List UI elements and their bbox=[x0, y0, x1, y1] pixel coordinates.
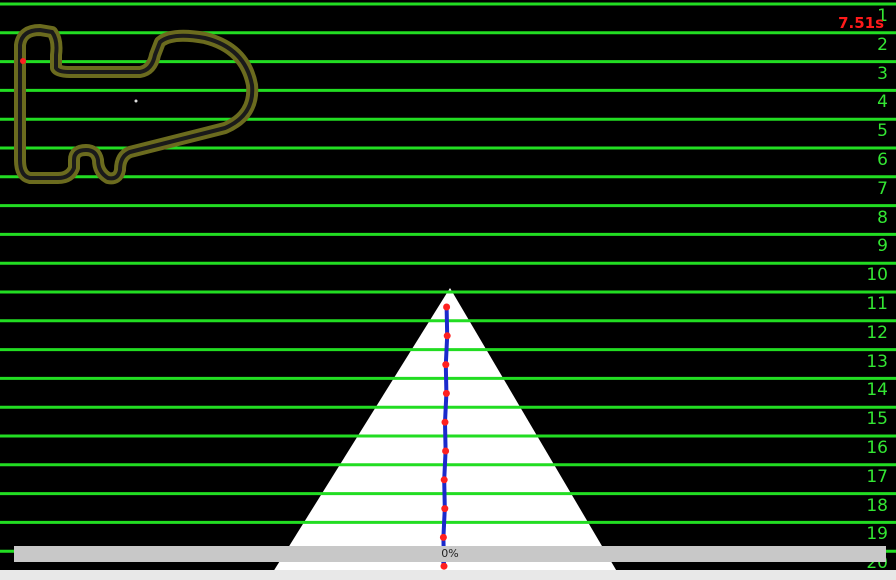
progress-bar: 0% bbox=[14, 546, 886, 562]
row-label: 12 bbox=[866, 322, 888, 343]
row-label: 8 bbox=[877, 207, 888, 228]
row-label: 4 bbox=[877, 92, 888, 113]
row-label: 5 bbox=[877, 121, 888, 142]
row-label: 13 bbox=[866, 351, 888, 372]
car-position-marker bbox=[20, 58, 26, 64]
path-waypoint bbox=[440, 476, 448, 484]
row-label: 18 bbox=[866, 495, 888, 516]
row-label: 2 bbox=[877, 34, 888, 55]
bottom-strip bbox=[0, 570, 896, 580]
row-label: 16 bbox=[866, 438, 888, 458]
path-waypoint bbox=[442, 447, 450, 455]
path-waypoint bbox=[442, 389, 450, 397]
row-label: 15 bbox=[866, 409, 888, 430]
row-label: 14 bbox=[866, 380, 888, 401]
path-waypoint bbox=[443, 332, 451, 340]
path-waypoint bbox=[442, 361, 450, 369]
minimap-dot bbox=[134, 99, 138, 103]
path-waypoint bbox=[441, 505, 449, 513]
row-label: 19 bbox=[866, 524, 888, 545]
path-waypoint bbox=[443, 303, 451, 311]
row-label: 6 bbox=[877, 150, 888, 170]
row-label: 10 bbox=[866, 265, 888, 286]
game-scene bbox=[0, 0, 896, 580]
row-label: 17 bbox=[866, 466, 888, 487]
path-waypoint bbox=[439, 533, 447, 541]
progress-label: 0% bbox=[441, 547, 459, 560]
row-label: 9 bbox=[877, 236, 888, 257]
row-label: 11 bbox=[866, 294, 888, 314]
path-waypoint bbox=[440, 562, 448, 570]
row-label: 3 bbox=[877, 63, 888, 84]
path-waypoint bbox=[441, 418, 449, 426]
lap-timer: 7.51s bbox=[838, 14, 884, 32]
row-label: 7 bbox=[877, 178, 888, 199]
